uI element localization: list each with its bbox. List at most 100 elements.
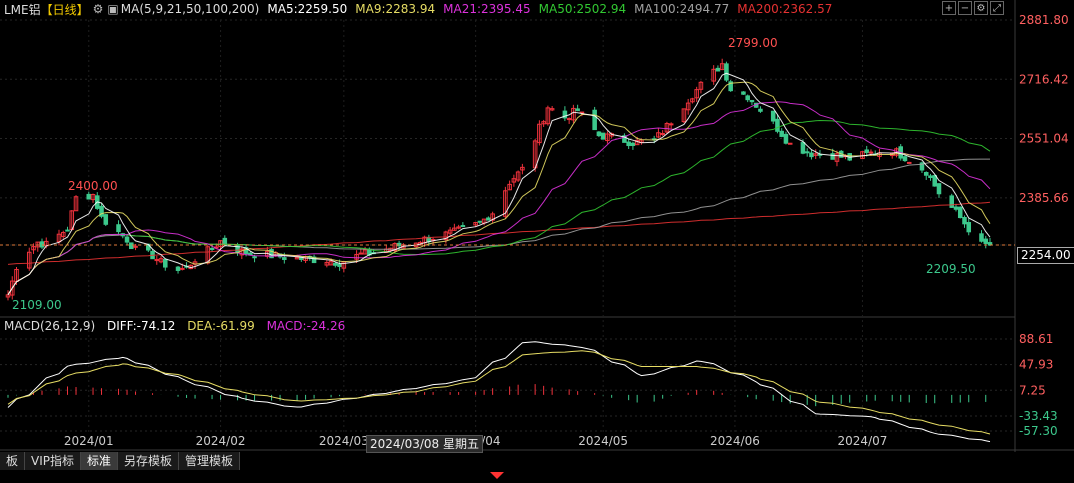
candle-body [129,242,134,250]
ma200-value: MA200:2362.57 [737,2,833,16]
candle-body [724,63,729,81]
candle-body [668,123,674,126]
candle-body [770,110,776,122]
candle-body [741,91,746,95]
time-tick-label: 2024/05 [578,434,628,448]
candle-body [830,153,835,160]
ma21-value: MA21:2395.45 [443,2,531,16]
candle-body [966,222,972,233]
macd-legend: MACD(26,12,9) DIFF:-74.12 DEA:-61.99 MAC… [4,319,353,335]
candle-body [163,258,168,268]
indicator-icon[interactable]: ▣ [107,2,118,16]
time-tick-label: 2024/02 [196,434,246,448]
candle-body [592,109,597,131]
tab-board[interactable]: 板 [0,452,26,470]
macd-tick-label: -33.43 [1019,409,1058,423]
ma9-line [7,81,991,296]
candle-body [962,216,967,225]
dea-line [7,350,991,435]
time-tick-label: 2024/03 [319,434,369,448]
tab-standard[interactable]: 标准 [81,452,119,470]
tab-manage-template[interactable]: 管理模板 [179,452,241,470]
candle-body [928,175,933,178]
time-tick-label: 2024/07 [838,434,888,448]
macd-histogram [7,384,987,407]
ma100-line [7,158,990,296]
low-2109-label: 2109.00 [12,298,62,312]
candle-body [477,220,483,223]
macd-tick-label: 7.25 [1019,383,1046,397]
candle-body [775,118,780,132]
macd-tick-label: 47.93 [1019,358,1053,372]
ma5-line [7,72,991,296]
price-tick-label: 2881.80 [1019,13,1069,27]
candle-body [337,263,342,267]
ma5-value: MA5:2259.50 [267,2,348,16]
candle-body [175,266,181,271]
candle-body [630,142,636,146]
settings-icon[interactable]: ⚙ [93,2,104,16]
diff-value: DIFF:-74.12 [106,319,176,333]
candle-body [124,236,130,243]
settings-icon[interactable]: ⚙ [974,1,988,15]
macd-value: MACD:-24.26 [266,319,346,333]
expand-icon[interactable]: ⤢ [990,1,1004,15]
candle-body [460,225,466,228]
chart-toolbar: + − ⚙ ⤢ [942,1,1004,15]
candle-body [575,108,580,112]
price-tick-label: 2716.42 [1019,72,1069,86]
candle-body [86,193,92,200]
macd-tick-label: -57.30 [1019,424,1058,438]
minus-square-icon[interactable]: − [958,1,972,15]
macd-tick-label: 88.61 [1019,332,1053,346]
scroll-marker-icon[interactable] [490,472,504,479]
plus-square-icon[interactable]: + [942,1,956,15]
template-tabs: 板 VIP指标 标准 另存模板 管理模板 [0,452,1074,470]
ma50-value: MA50:2502.94 [538,2,627,16]
candle-body [936,183,942,195]
candle-body [596,131,602,137]
candle-body [65,229,70,232]
ma-label: MA(5,9,21,50,100,200) [120,2,260,16]
candle-body [252,256,257,259]
current-price-box: 2254.00 [1017,247,1074,264]
price-legend: LME铝 【日线】 ⚙ ▣ MA(5,9,21,50,100,200) MA5:… [4,1,840,17]
tab-save-template[interactable]: 另存模板 [118,452,180,470]
high-2799-label: 2799.00 [728,36,778,50]
ma100-value: MA100:2494.77 [634,2,730,16]
candle-body [180,267,185,270]
candle-body [626,141,631,147]
candle-body [809,152,814,158]
candle-body [932,175,938,187]
candle-body [486,217,491,221]
low-2209-label: 2209.50 [926,262,976,276]
candle-body [282,257,287,260]
candle-body [906,161,912,164]
candle-body [116,224,121,233]
dea-value: DEA:-61.99 [187,319,255,333]
date-tooltip: 2024/03/08 星期五 [366,435,483,453]
candle-body [600,132,606,140]
candle-body [209,247,215,250]
candle-body [39,241,45,248]
time-tick-label: 2024/01 [64,434,114,448]
candle-body [949,195,955,208]
candle-body [779,130,784,137]
candle-body [783,133,789,144]
symbol-label: LME铝 [4,2,41,17]
candle-body [979,233,984,242]
candle-body [983,238,989,244]
candle-body [902,156,908,162]
ma50-line [7,119,991,296]
candle-body [715,67,721,72]
candle-body [923,171,929,176]
candles-group [5,58,993,301]
candle-body [868,151,874,154]
high-2400-label: 2400.00 [68,179,118,193]
macd-label: MACD(26,12,9) [4,319,96,333]
price-tick-label: 2551.04 [1019,132,1069,146]
ma9-value: MA9:2283.94 [355,2,436,16]
candle-body [566,118,572,121]
price-tick-label: 2385.66 [1019,191,1069,205]
tab-vip-indicator[interactable]: VIP指标 [25,452,82,470]
